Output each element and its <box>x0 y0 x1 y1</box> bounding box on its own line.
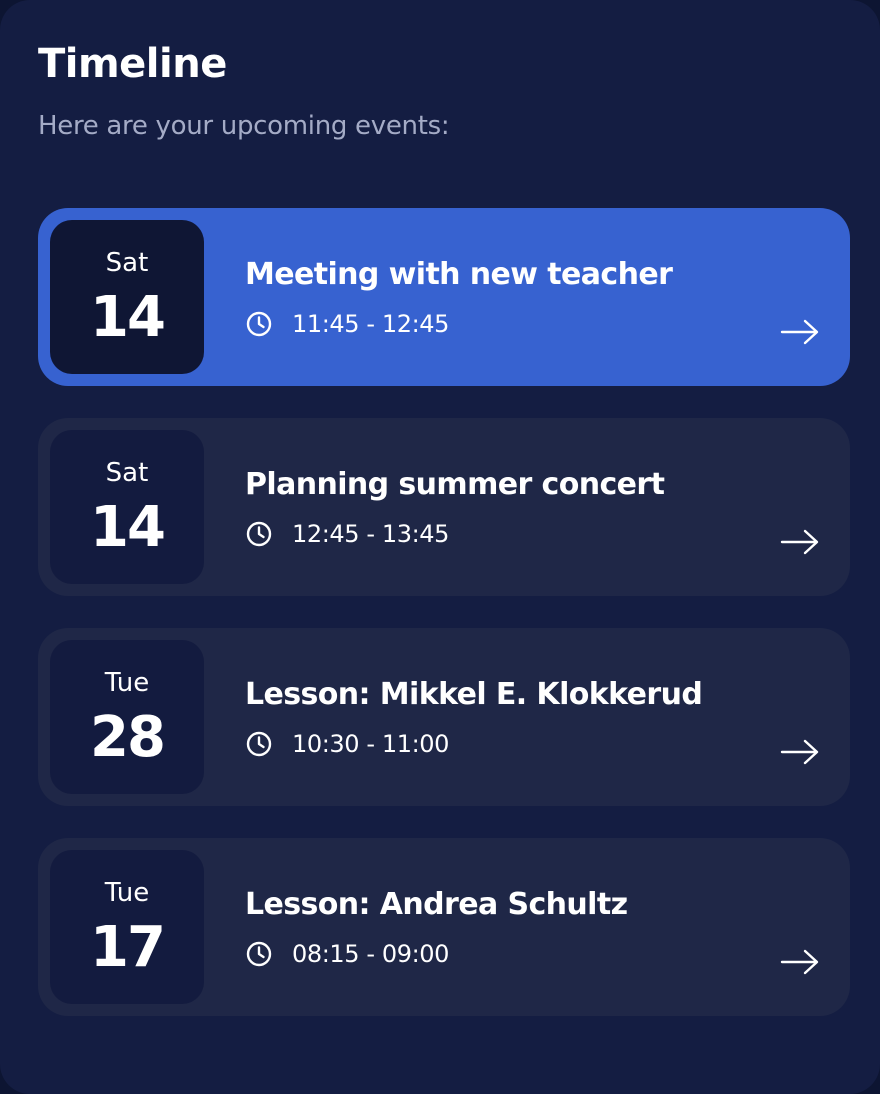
arrow-right-icon[interactable] <box>780 528 820 556</box>
clock-icon <box>246 941 272 967</box>
event-title: Meeting with new teacher <box>245 257 673 292</box>
event-title: Lesson: Andrea Schultz <box>245 887 628 922</box>
event-day: 17 <box>90 915 166 980</box>
clock-icon <box>246 521 272 547</box>
event-date-box: Tue 17 <box>50 850 204 1004</box>
clock-icon <box>246 731 272 757</box>
event-day-of-week: Sat <box>105 248 149 278</box>
event-card[interactable]: Sat 14 Meeting with new teacher 11:45 - … <box>38 208 850 386</box>
event-time: 08:15 - 09:00 <box>292 940 450 968</box>
event-time: 12:45 - 13:45 <box>292 520 450 548</box>
page-subtitle: Here are your upcoming events: <box>38 111 450 141</box>
event-day: 14 <box>90 495 166 560</box>
event-time: 10:30 - 11:00 <box>292 730 450 758</box>
event-day: 14 <box>90 285 166 350</box>
event-date-box: Sat 14 <box>50 430 204 584</box>
page-title: Timeline <box>38 41 227 87</box>
event-card[interactable]: Tue 17 Lesson: Andrea Schultz 08:15 - 09… <box>38 838 850 1016</box>
timeline-panel: Timeline Here are your upcoming events: … <box>0 0 880 1094</box>
event-title: Planning summer concert <box>245 467 665 502</box>
event-day: 28 <box>90 705 166 770</box>
event-time: 11:45 - 12:45 <box>292 310 450 338</box>
event-card[interactable]: Sat 14 Planning summer concert 12:45 - 1… <box>38 418 850 596</box>
event-list: Sat 14 Meeting with new teacher 11:45 - … <box>38 208 850 1048</box>
event-time-row: 08:15 - 09:00 <box>245 938 449 970</box>
event-time-row: 12:45 - 13:45 <box>245 518 449 550</box>
arrow-right-icon[interactable] <box>780 948 820 976</box>
event-date-box: Sat 14 <box>50 220 204 374</box>
event-card[interactable]: Tue 28 Lesson: Mikkel E. Klokkerud 10:30… <box>38 628 850 806</box>
event-day-of-week: Sat <box>105 458 149 488</box>
event-title: Lesson: Mikkel E. Klokkerud <box>245 677 703 712</box>
event-date-box: Tue 28 <box>50 640 204 794</box>
event-time-row: 10:30 - 11:00 <box>245 728 449 760</box>
event-day-of-week: Tue <box>104 668 150 698</box>
event-day-of-week: Tue <box>104 878 150 908</box>
event-time-row: 11:45 - 12:45 <box>245 308 449 340</box>
arrow-right-icon[interactable] <box>780 738 820 766</box>
clock-icon <box>246 311 272 337</box>
arrow-right-icon[interactable] <box>780 318 820 346</box>
